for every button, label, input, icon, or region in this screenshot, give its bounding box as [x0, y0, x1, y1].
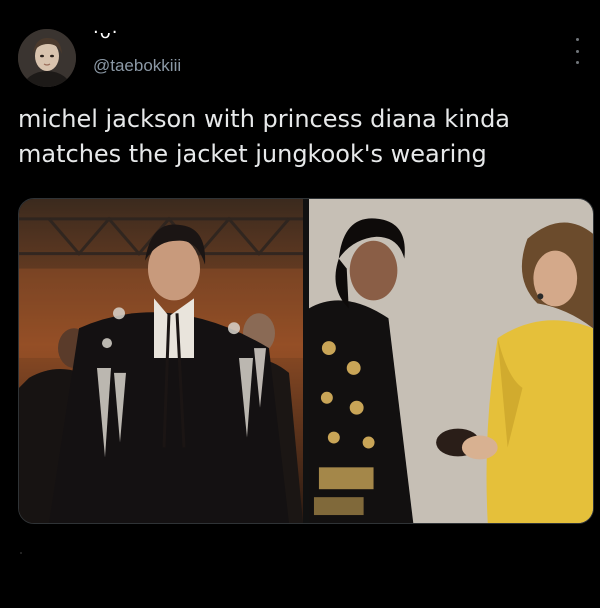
display-name[interactable]: ·ᴗ· [93, 22, 118, 43]
tweet-text-line: matches the jacket jungkook's wearing [18, 140, 487, 168]
media-photo-jackson-diana[interactable] [309, 199, 593, 523]
media-photo-jungkook[interactable] [19, 199, 303, 523]
avatar[interactable] [18, 29, 76, 87]
tweet-media[interactable] [18, 198, 594, 524]
tweet-card[interactable]: ·ᴗ· @taebokkiii michel jackson with prin… [0, 0, 600, 608]
photo-image [309, 199, 593, 523]
tweet-text: michel jackson with princess diana kinda… [18, 102, 588, 172]
more-vertical-icon[interactable] [570, 38, 584, 64]
photo-image [19, 199, 303, 523]
username-handle[interactable]: @taebokkiii [93, 56, 181, 76]
tweet-text-line: michel jackson with princess diana kinda [18, 105, 511, 133]
avatar-image [18, 29, 76, 87]
divider-dot [20, 552, 22, 554]
